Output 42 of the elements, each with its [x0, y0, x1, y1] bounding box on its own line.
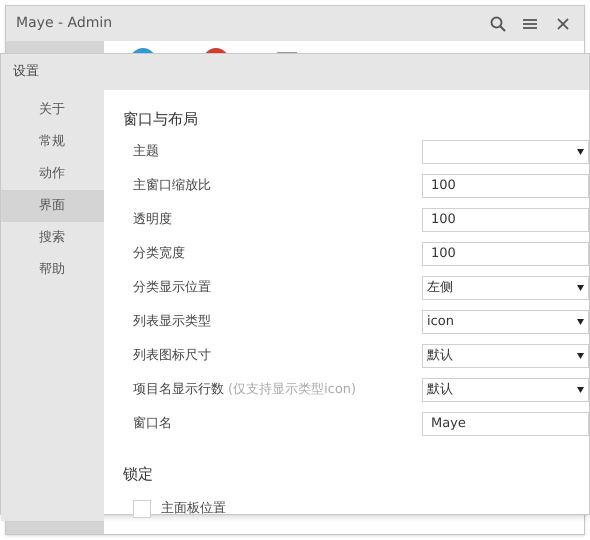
sidebar-item[interactable]: 关于 — [1, 94, 104, 126]
setting-label: 项目名显示行数 — [133, 380, 224, 399]
window-title: Maye - Admin — [16, 14, 114, 33]
sidebar-item[interactable]: 常规 — [1, 126, 104, 158]
checkbox-label: 主面板位置 — [161, 500, 226, 518]
setting-label: 主窗口缩放比 — [133, 176, 211, 195]
setting-label: 透明度 — [133, 210, 172, 229]
sidebar-item[interactable]: 界面 — [1, 190, 104, 222]
setting-label: 窗口名 — [133, 414, 172, 433]
checkbox[interactable] — [133, 500, 151, 518]
caret-icon — [577, 352, 584, 359]
sidebar-item[interactable]: 帮助 — [1, 254, 104, 286]
section-title: 锁定 — [123, 464, 154, 484]
close-icon[interactable] — [557, 18, 569, 30]
caret-icon — [577, 148, 584, 155]
dropdown-value: icon — [427, 312, 454, 331]
section-title: 窗口与布局 — [123, 109, 199, 130]
dropdown[interactable]: 默认 — [422, 378, 589, 402]
setting-label: 列表图标尺寸 — [133, 346, 211, 365]
dropdown[interactable]: 默认 — [422, 344, 589, 368]
setting-note: (仅支持显示类型icon) — [228, 380, 356, 399]
dropdown-value: 默认 — [427, 346, 453, 365]
window-title: 设置 — [13, 63, 39, 82]
setting-label: 分类显示位置 — [133, 278, 211, 297]
menu-icon[interactable] — [523, 18, 537, 30]
input-field[interactable]: Maye — [422, 412, 589, 436]
caret-icon — [577, 386, 584, 393]
caret-icon — [577, 318, 584, 325]
setting-label: 主题 — [133, 142, 159, 161]
sidebar-item[interactable]: 搜索 — [1, 222, 104, 254]
search-icon[interactable] — [490, 16, 506, 32]
input-field[interactable]: 100 — [422, 174, 589, 198]
dropdown-value: 左侧 — [427, 278, 453, 297]
dropdown[interactable]: 左侧 — [422, 276, 589, 300]
input-field[interactable]: 100 — [422, 208, 589, 232]
dropdown-value: 默认 — [427, 380, 453, 399]
setting-label: 列表显示类型 — [133, 312, 211, 331]
sidebar-item[interactable]: 动作 — [1, 158, 104, 190]
setting-label: 分类宽度 — [133, 244, 185, 263]
caret-icon — [577, 284, 584, 291]
dropdown[interactable]: icon — [422, 310, 589, 334]
input-field[interactable]: 100 — [422, 242, 589, 266]
